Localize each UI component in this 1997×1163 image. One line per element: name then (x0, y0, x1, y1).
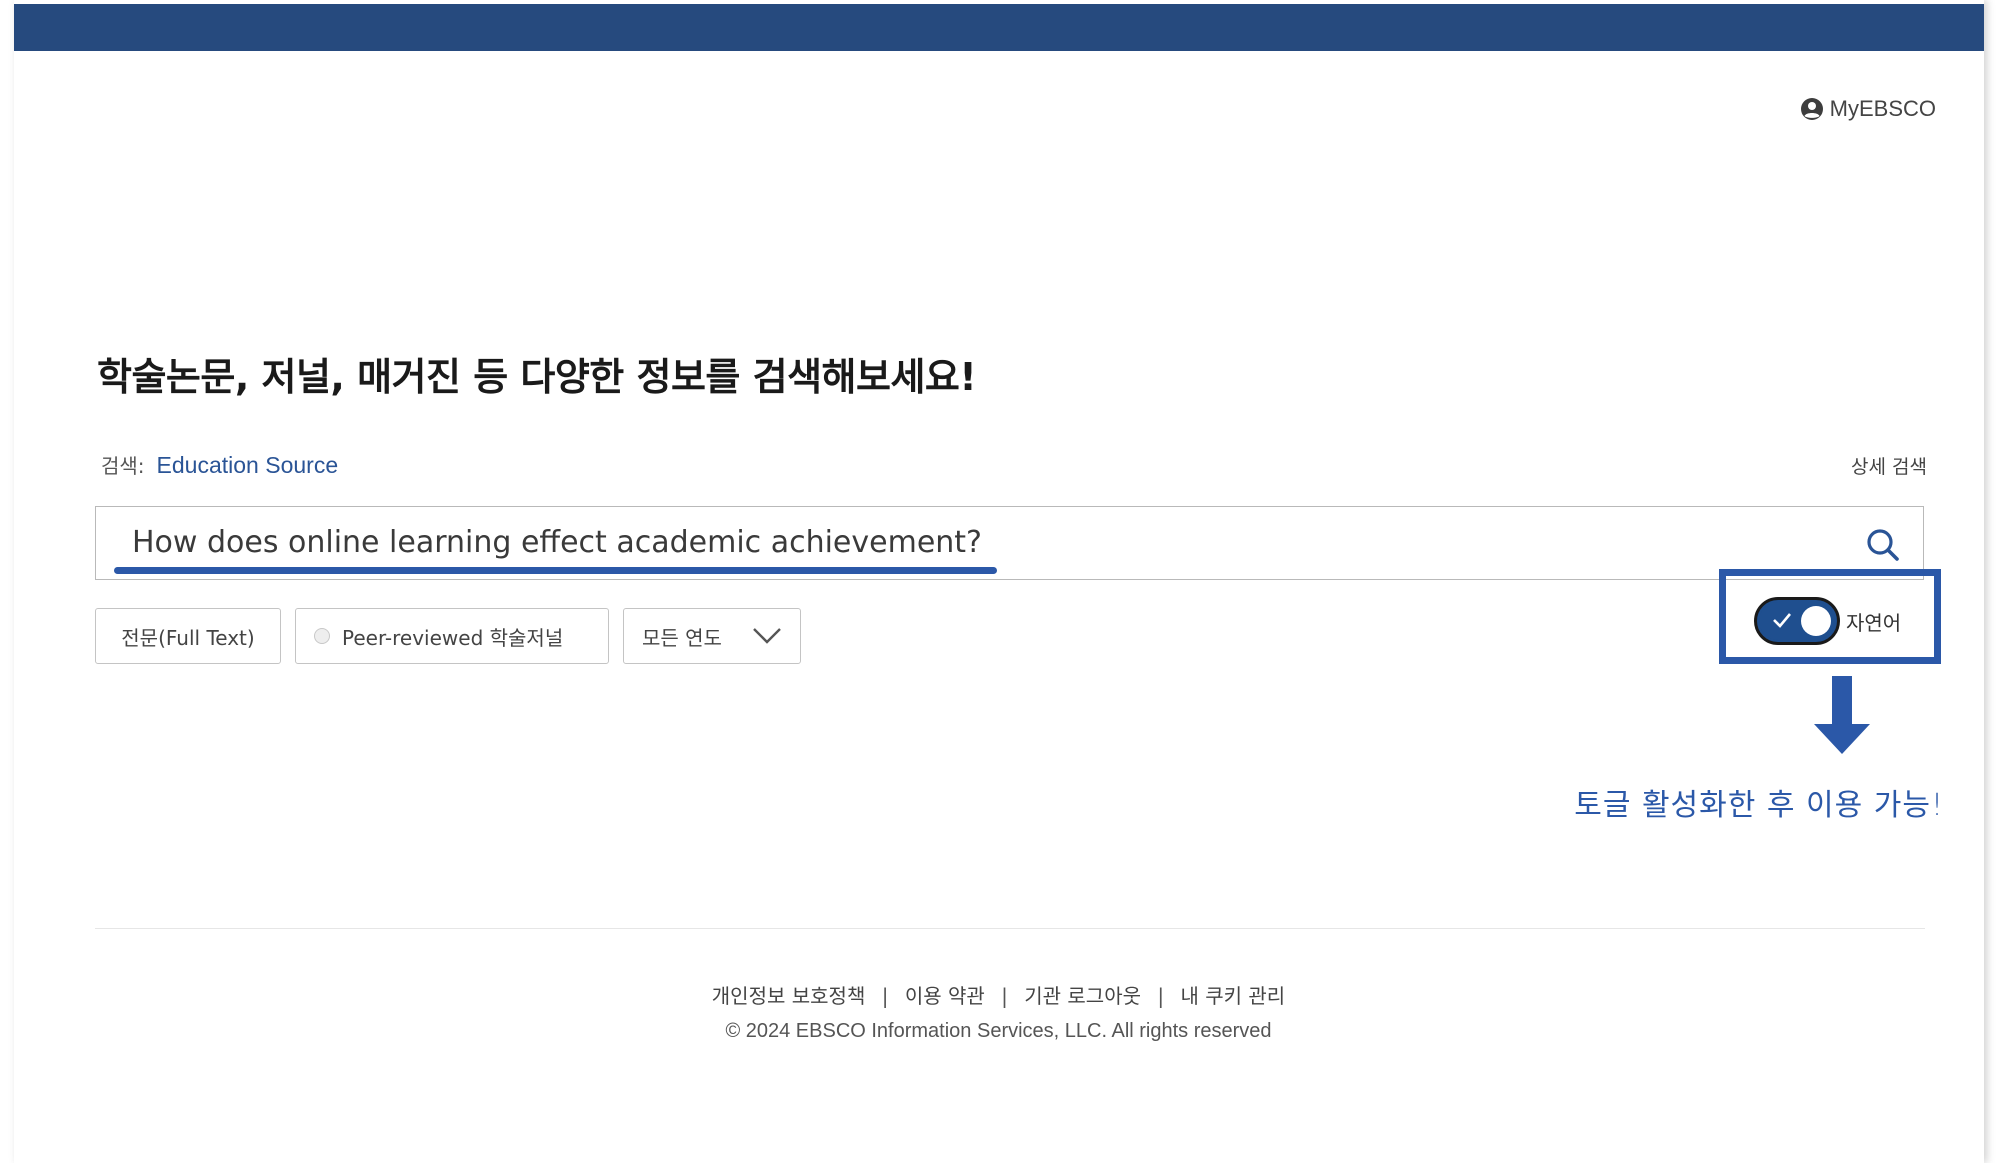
search-input[interactable] (132, 519, 1832, 565)
footer-links: 개인정보 보호정책 | 이용 약관 | 기관 로그아웃 | 내 쿠키 관리 (0, 980, 1997, 1009)
institution-logout-link[interactable]: 기관 로그아웃 (1024, 984, 1141, 1008)
page-title: 학술논문, 저널, 매거진 등 다양한 정보를 검색해보세요! (97, 355, 977, 399)
privacy-policy-link[interactable]: 개인정보 보호정책 (712, 984, 866, 1008)
natural-language-label: 자연어 (1846, 610, 1902, 635)
user-circle-icon (1800, 97, 1824, 121)
peer-reviewed-filter-button[interactable]: Peer-reviewed 학술저널 (295, 608, 609, 664)
database-selector-link[interactable]: Education Source (157, 452, 339, 479)
top-banner (14, 4, 1984, 51)
natural-language-toggle-group: 자연어 (1754, 597, 1901, 645)
chevron-down-icon (752, 627, 782, 645)
year-filter-label: 모든 연도 (642, 625, 722, 650)
separator: | (1157, 984, 1165, 1008)
manage-cookies-link[interactable]: 내 쿠키 관리 (1180, 984, 1285, 1008)
search-button[interactable] (1863, 525, 1903, 565)
annotation-text: 토글 활성화한 후 이용 가능! (1574, 788, 1944, 823)
separator: | (1001, 984, 1008, 1008)
check-icon (1771, 609, 1793, 636)
year-filter-dropdown[interactable]: 모든 연도 (623, 608, 801, 664)
full-text-filter-label: 전문(Full Text) (121, 625, 255, 650)
filter-bar: 전문(Full Text) Peer-reviewed 학술저널 모든 연도 (95, 608, 801, 664)
natural-language-toggle[interactable] (1754, 597, 1840, 645)
search-scope-label: 검색: (101, 454, 145, 478)
peer-reviewed-filter-label: Peer-reviewed 학술저널 (342, 625, 564, 650)
toggle-knob (1801, 606, 1831, 636)
terms-of-use-link[interactable]: 이용 약관 (905, 984, 985, 1008)
search-box (95, 506, 1924, 580)
search-icon (1863, 525, 1903, 565)
advanced-search-link[interactable]: 상세 검색 (1851, 452, 1927, 479)
footer-divider (95, 928, 1925, 929)
myebsco-label: MyEBSCO (1829, 96, 1936, 121)
separator: | (881, 984, 889, 1008)
radio-dot-icon (314, 628, 330, 644)
search-scope: 검색: Education Source (101, 450, 338, 479)
full-text-filter-button[interactable]: 전문(Full Text) (95, 608, 281, 664)
annotation-underline (114, 567, 997, 574)
copyright-text: © 2024 EBSCO Information Services, LLC. … (725, 1020, 1272, 1042)
arrow-down-icon (1812, 676, 1872, 756)
myebsco-link[interactable]: MyEBSCO (1800, 96, 1936, 122)
